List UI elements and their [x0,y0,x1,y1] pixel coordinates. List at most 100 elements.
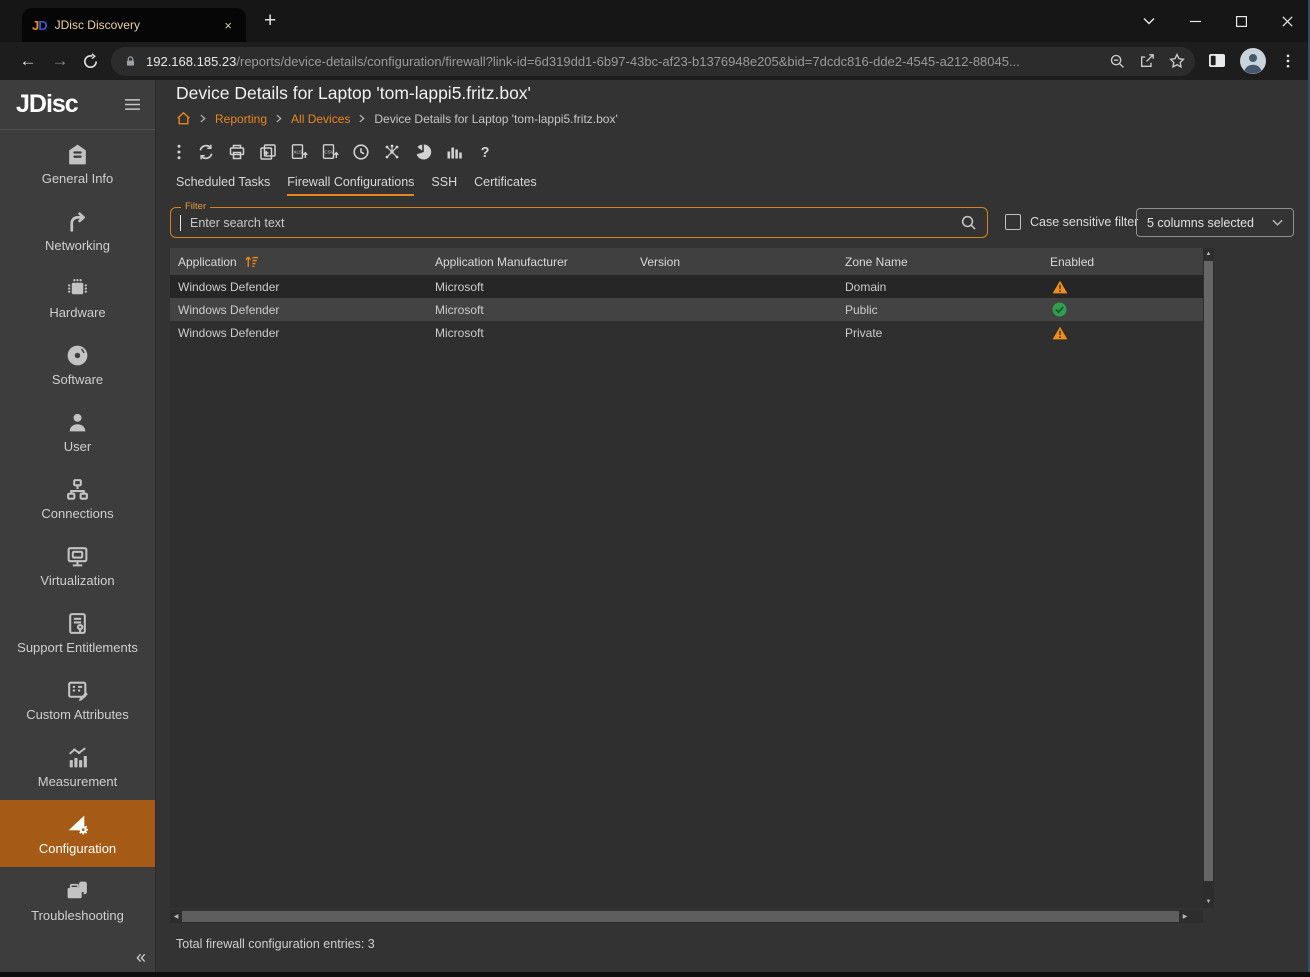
scroll-left-icon[interactable]: ◀ [170,913,182,920]
user-icon [65,410,90,435]
export-csv-icon[interactable]: CSV [321,143,339,161]
window-close-button[interactable] [1264,0,1310,42]
breadcrumb: ReportingAll DevicesDevice Details for L… [176,111,618,126]
refresh-icon[interactable] [197,143,215,161]
new-tab-button[interactable]: + [258,7,282,35]
share-icon[interactable] [1139,53,1155,69]
zoom-out-icon[interactable] [1109,53,1125,69]
column-header-version[interactable]: Version [632,255,837,269]
scroll-down-icon[interactable]: ▼ [1203,896,1214,908]
breadcrumb-items: ReportingAll DevicesDevice Details for L… [200,112,618,126]
sidebar-item-user[interactable]: User [0,398,155,465]
tab-scheduled-tasks[interactable]: Scheduled Tasks [176,175,270,196]
tab-firewall-configurations[interactable]: Firewall Configurations [287,175,414,196]
cell-manufacturer: Microsoft [427,280,632,294]
sidebar-item-label: Virtualization [40,573,114,588]
clock-icon[interactable] [352,143,370,161]
browser-menu-icon[interactable] [1280,53,1300,69]
sidebar-nav: General Info Networking Hardware SoftwareUs… [0,130,155,934]
search-input[interactable] [181,216,956,230]
pie-chart-icon[interactable] [414,143,432,161]
sort-ascending-icon[interactable] [244,255,259,268]
topology-icon[interactable] [383,143,401,161]
svg-text:CSV: CSV [324,149,334,154]
help-icon[interactable]: ? [476,143,494,161]
sidebar-item-configuration[interactable]: Configuration [0,800,155,867]
sidebar-item-virtualization[interactable]: Virtualization [0,532,155,599]
tab-ssh[interactable]: SSH [431,175,457,196]
window-maximize-button[interactable] [1218,0,1264,42]
tab-close-icon[interactable]: × [220,17,236,34]
printer-icon[interactable] [228,143,246,161]
table-row[interactable]: Windows DefenderMicrosoftDomain [170,275,1203,298]
vertical-scrollbar[interactable]: ▲ ▼ [1203,248,1214,908]
sidebar-item-hardware[interactable]: Hardware [0,264,155,331]
breadcrumb-all-devices[interactable]: All Devices [291,112,350,126]
column-header-application[interactable]: Application [170,255,427,269]
forward-button[interactable]: → [48,51,72,71]
home-icon[interactable] [176,111,191,126]
scroll-up-icon[interactable]: ▲ [1203,248,1214,260]
browser-navbar: ← → 192.168.185.23/reports/device-detail… [0,42,1310,80]
tab-search-chevron-icon[interactable] [1126,0,1172,42]
scroll-right-icon[interactable]: ▶ [1179,913,1191,920]
cell-application: Windows Defender [170,326,427,340]
sidebar-item-connections[interactable]: Connections [0,465,155,532]
horizontal-scrollbar-thumb[interactable] [182,911,1179,922]
url-bar[interactable]: 192.168.185.23/reports/device-details/co… [111,47,1195,76]
side-panel-icon[interactable] [1208,53,1226,69]
filter-field-label: Filter [181,201,210,212]
browser-tab[interactable]: JD JDisc Discovery × [22,8,246,42]
sidebar-item-support-entitlements[interactable]: Support Entitlements [0,599,155,666]
browser-titlebar: JD JDisc Discovery × + [0,0,1310,42]
sidebar-item-troubleshooting[interactable]: Troubleshooting [0,867,155,934]
sidebar-item-networking[interactable]: Networking [0,197,155,264]
sidebar-item-label: Hardware [49,305,105,320]
sidebar-item-label: Networking [45,238,110,253]
reload-button[interactable] [82,53,99,70]
sidebar-item-measurement[interactable]: Measurement [0,733,155,800]
columns-select-value: 5 columns selected [1147,216,1272,230]
window-minimize-button[interactable] [1172,0,1218,42]
hardware-icon [65,276,90,301]
back-button[interactable]: ← [16,51,40,71]
enabled-warning-icon [1042,326,1193,340]
total-entries-label: Total firewall configuration entries: 3 [176,937,375,951]
bar-chart-icon[interactable] [445,143,463,161]
copy-add-icon[interactable] [259,143,277,161]
avatar[interactable] [1240,48,1266,74]
columns-select[interactable]: 5 columns selected [1136,208,1294,237]
table-row[interactable]: Windows DefenderMicrosoftPrivate [170,321,1203,344]
search-icon[interactable] [956,214,987,231]
breadcrumb-reporting[interactable]: Reporting [215,112,267,126]
bookmark-star-icon[interactable] [1169,53,1185,69]
lock-icon[interactable] [124,55,137,68]
export-xls-icon[interactable]: XLS [290,143,308,161]
sidebar-item-label: Connections [41,506,113,521]
browser-tab-title: JDisc Discovery [55,18,221,32]
sidebar-item-general-info[interactable]: General Info [0,130,155,197]
table-header-row: ApplicationApplication ManufacturerVersi… [170,248,1203,275]
vertical-scrollbar-thumb[interactable] [1204,261,1213,881]
window-edge [0,972,1310,977]
table-row[interactable]: Windows DefenderMicrosoftPublic [170,298,1203,321]
sidebar: JDisc General InfoNetworkingHardwareSoft… [0,80,156,972]
column-header-application-manufacturer[interactable]: Application Manufacturer [427,255,632,269]
kebab-menu-icon[interactable] [174,143,184,161]
case-sensitive-row: Case sensitive filter [1005,214,1138,230]
sidebar-collapse-icon[interactable]: « [136,947,146,968]
cell-zone: Private [837,326,1042,340]
column-header-enabled[interactable]: Enabled [1042,255,1193,269]
tab-certificates[interactable]: Certificates [474,175,537,196]
case-sensitive-checkbox[interactable] [1005,214,1021,230]
filter-field[interactable]: Filter [170,207,988,238]
hamburger-menu-icon[interactable] [124,98,141,111]
cell-zone: Public [837,303,1042,317]
support-entitlements-icon [65,611,90,636]
measurement-icon [65,745,90,770]
sidebar-item-custom-attributes[interactable]: Custom Attributes [0,666,155,733]
sidebar-item-software[interactable]: Software [0,331,155,398]
horizontal-scrollbar[interactable]: ◀ ▶ [170,910,1203,923]
column-header-zone-name[interactable]: Zone Name [837,255,1042,269]
cell-zone: Domain [837,280,1042,294]
